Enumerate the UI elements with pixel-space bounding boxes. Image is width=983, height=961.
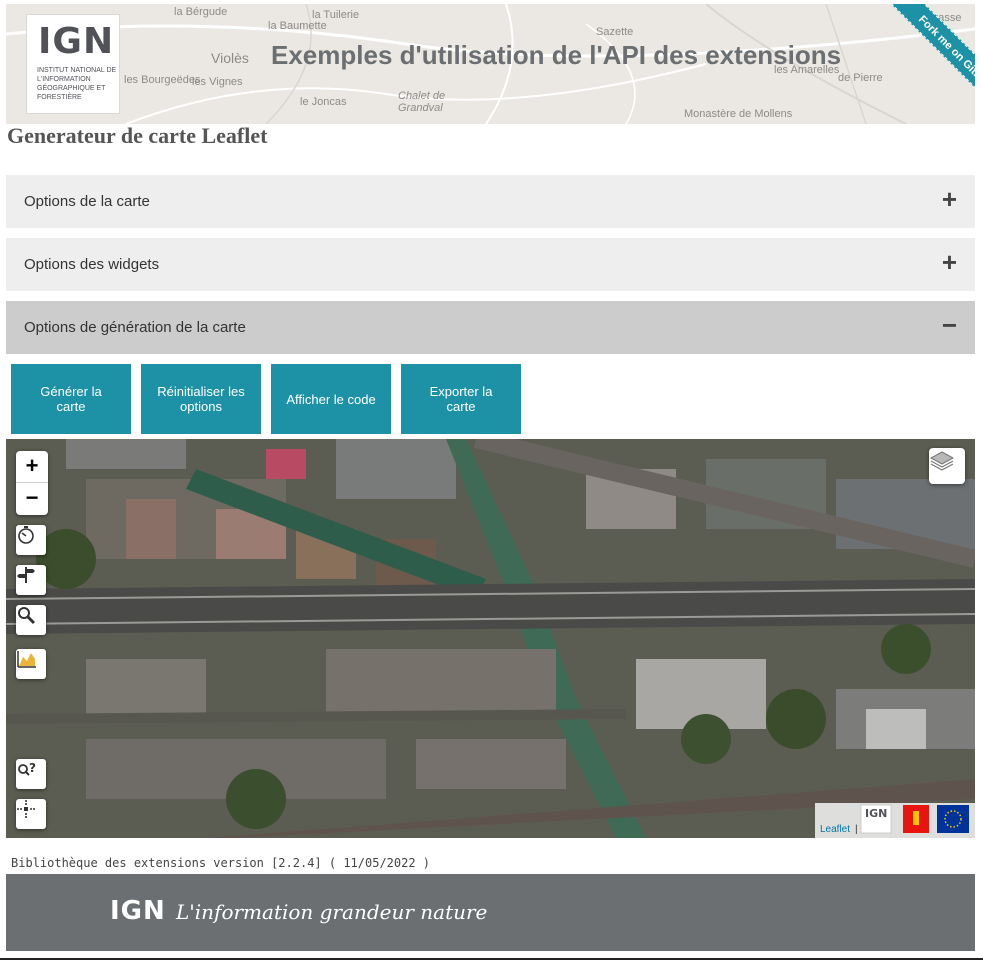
export-map-button[interactable]: Exporter la carte	[401, 364, 521, 434]
collapse-icon: −	[941, 310, 957, 340]
reset-options-button[interactable]: Réinitialiser les options	[141, 364, 261, 434]
leaflet-link[interactable]: Leaflet	[820, 824, 850, 835]
ign-logo-letters: IGN	[38, 21, 115, 62]
map-label: Sazette	[596, 26, 634, 38]
show-code-button[interactable]: Afficher le code	[271, 364, 391, 434]
reverse-geocode-icon[interactable]: ?	[16, 759, 46, 789]
footer-slogan: L'information grandeur nature	[176, 900, 488, 924]
accordion-widget-options[interactable]: Options des widgets +	[6, 238, 975, 291]
accordion-generation-options[interactable]: Options de génération de la carte −	[6, 301, 975, 354]
footer-ign-logo[interactable]: IGN	[110, 896, 166, 926]
ign-logo-subtitle: INSTITUT NATIONAL DE L'INFORMATION GÉOGR…	[37, 67, 117, 101]
banner-title: Exemples d'utilisation de l'API des exte…	[271, 40, 842, 70]
footer: IGN L'information grandeur nature	[6, 874, 975, 951]
version-text: Bibliothèque des extensions version [2.2…	[11, 856, 431, 870]
aerial-imagery	[6, 439, 975, 838]
map-label: Violès	[211, 50, 249, 66]
timer-icon[interactable]	[16, 525, 46, 555]
timer-icon-graphic	[18, 526, 34, 544]
reverse-geocode-icon-graphic: ?	[18, 761, 36, 776]
map-label: la Tuilerie	[312, 9, 360, 21]
signpost-icon-graphic	[17, 567, 35, 583]
map-attribution: IGN Leaflet |	[815, 803, 975, 838]
elevation-icon[interactable]	[16, 649, 46, 679]
ign-logo[interactable]: IGN INSTITUT NATIONAL DE L'INFORMATION G…	[26, 14, 120, 114]
attribution-separator: |	[855, 824, 858, 835]
svg-text:IGN: IGN	[865, 807, 887, 820]
ign-logo-text: IGN	[38, 21, 114, 62]
bottom-divider	[0, 958, 983, 960]
mouse-position-icon-graphic	[17, 800, 35, 818]
page-title: Generateur de carte Leaflet	[7, 123, 268, 148]
map-label: la Baumette	[268, 20, 327, 32]
layers-icon[interactable]	[929, 448, 965, 484]
header-banner: la Bérgude la Baumette la Tuilerie Sazet…	[6, 4, 975, 124]
map-viewer[interactable]: + − ? IGN Leaflet |	[6, 439, 975, 838]
accordion-map-options[interactable]: Options de la carte +	[6, 175, 975, 228]
map-label: de Pierre	[838, 72, 883, 84]
signpost-icon[interactable]	[16, 565, 46, 595]
generate-map-button[interactable]: Générer la carte	[11, 364, 131, 434]
expand-icon: +	[941, 184, 957, 214]
accordion-label: Options des widgets	[24, 256, 160, 273]
accordion-label: Options de génération de la carte	[24, 319, 246, 336]
map-label: le Joncas	[300, 96, 347, 108]
map-label: la Bérgude	[174, 6, 228, 18]
map-label: Monastère de Mollens	[684, 108, 793, 120]
zoom-in-button[interactable]: +	[16, 451, 48, 483]
svg-text:?: ?	[29, 761, 36, 775]
zoom-control: + −	[16, 451, 48, 515]
map-label: les Bourgeëdes	[124, 74, 201, 86]
map-label: les Vignes	[192, 76, 243, 88]
layers-icon-graphic	[929, 451, 955, 471]
search-icon[interactable]	[16, 605, 46, 635]
search-icon-graphic	[18, 607, 36, 625]
zoom-out-button[interactable]: −	[16, 483, 48, 515]
elevation-icon-graphic	[17, 651, 36, 668]
map-label: Chalet de Grandval	[398, 90, 446, 114]
mouse-position-icon[interactable]	[16, 799, 46, 829]
accordion-label: Options de la carte	[24, 193, 150, 210]
expand-icon: +	[941, 247, 957, 277]
